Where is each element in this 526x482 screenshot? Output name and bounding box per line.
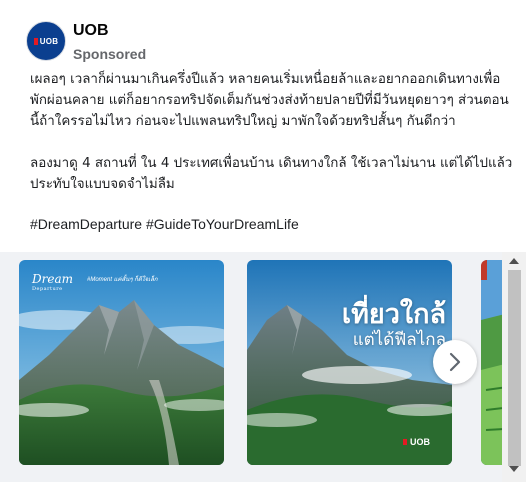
post-text: เผลอๆ เวลาก็ผ่านมาเกินครึ่งปีแล้ว หลายคน… bbox=[30, 69, 516, 216]
vertical-scrollbar[interactable] bbox=[502, 252, 526, 482]
brand-sub: Departure bbox=[32, 286, 63, 292]
carousel-card-2[interactable]: เที่ยวใกล้ แต่ได้ฟีลไกล UOB bbox=[247, 260, 452, 465]
uob-logo-icon bbox=[33, 37, 38, 45]
brand-main: Dream bbox=[32, 272, 73, 286]
avatar[interactable]: UOB bbox=[26, 21, 66, 61]
sponsored-label[interactable]: Sponsored bbox=[73, 46, 146, 62]
image-carousel: Dream Departure #Moment แค่สั้นๆ ก็ดีใจเ… bbox=[0, 252, 502, 482]
dream-departure-logo: Dream Departure bbox=[32, 272, 73, 292]
landscape-image-3 bbox=[481, 260, 502, 465]
post-paragraph-1: เผลอๆ เวลาก็ผ่านมาเกินครึ่งปีแล้ว หลายคน… bbox=[30, 72, 509, 129]
scroll-thumb[interactable] bbox=[508, 270, 521, 466]
mountain-image-2 bbox=[247, 260, 452, 465]
brand-tagline: #Moment แค่สั้นๆ ก็ดีใจเล็ก bbox=[87, 277, 158, 283]
carousel-card-1[interactable]: Dream Departure #Moment แค่สั้นๆ ก็ดีใจเ… bbox=[19, 260, 224, 465]
uob-logo-icon bbox=[403, 439, 407, 445]
arrow-down-icon[interactable] bbox=[509, 466, 519, 472]
post-paragraph-2: ลองมาดู 4 สถานที่ ใน 4 ประเทศเพื่อนบ้าน … bbox=[30, 156, 513, 192]
arrow-up-icon[interactable] bbox=[509, 258, 519, 264]
carousel-next-button[interactable] bbox=[433, 340, 477, 384]
uob-card-logo: UOB bbox=[403, 437, 430, 447]
card-subtitle: แต่ได้ฟีลไกล bbox=[352, 330, 446, 350]
card-logo-text: UOB bbox=[410, 437, 430, 447]
carousel-card-3[interactable] bbox=[481, 260, 502, 465]
author-name[interactable]: UOB bbox=[73, 22, 109, 40]
hashtags[interactable]: #DreamDeparture #GuideToYourDreamLife bbox=[30, 216, 299, 232]
chevron-right-icon bbox=[449, 352, 461, 372]
sponsored-post: UOB UOB Sponsored เผลอๆ เวลาก็ผ่านมาเกิน… bbox=[0, 0, 526, 482]
avatar-text: UOB bbox=[39, 36, 59, 46]
